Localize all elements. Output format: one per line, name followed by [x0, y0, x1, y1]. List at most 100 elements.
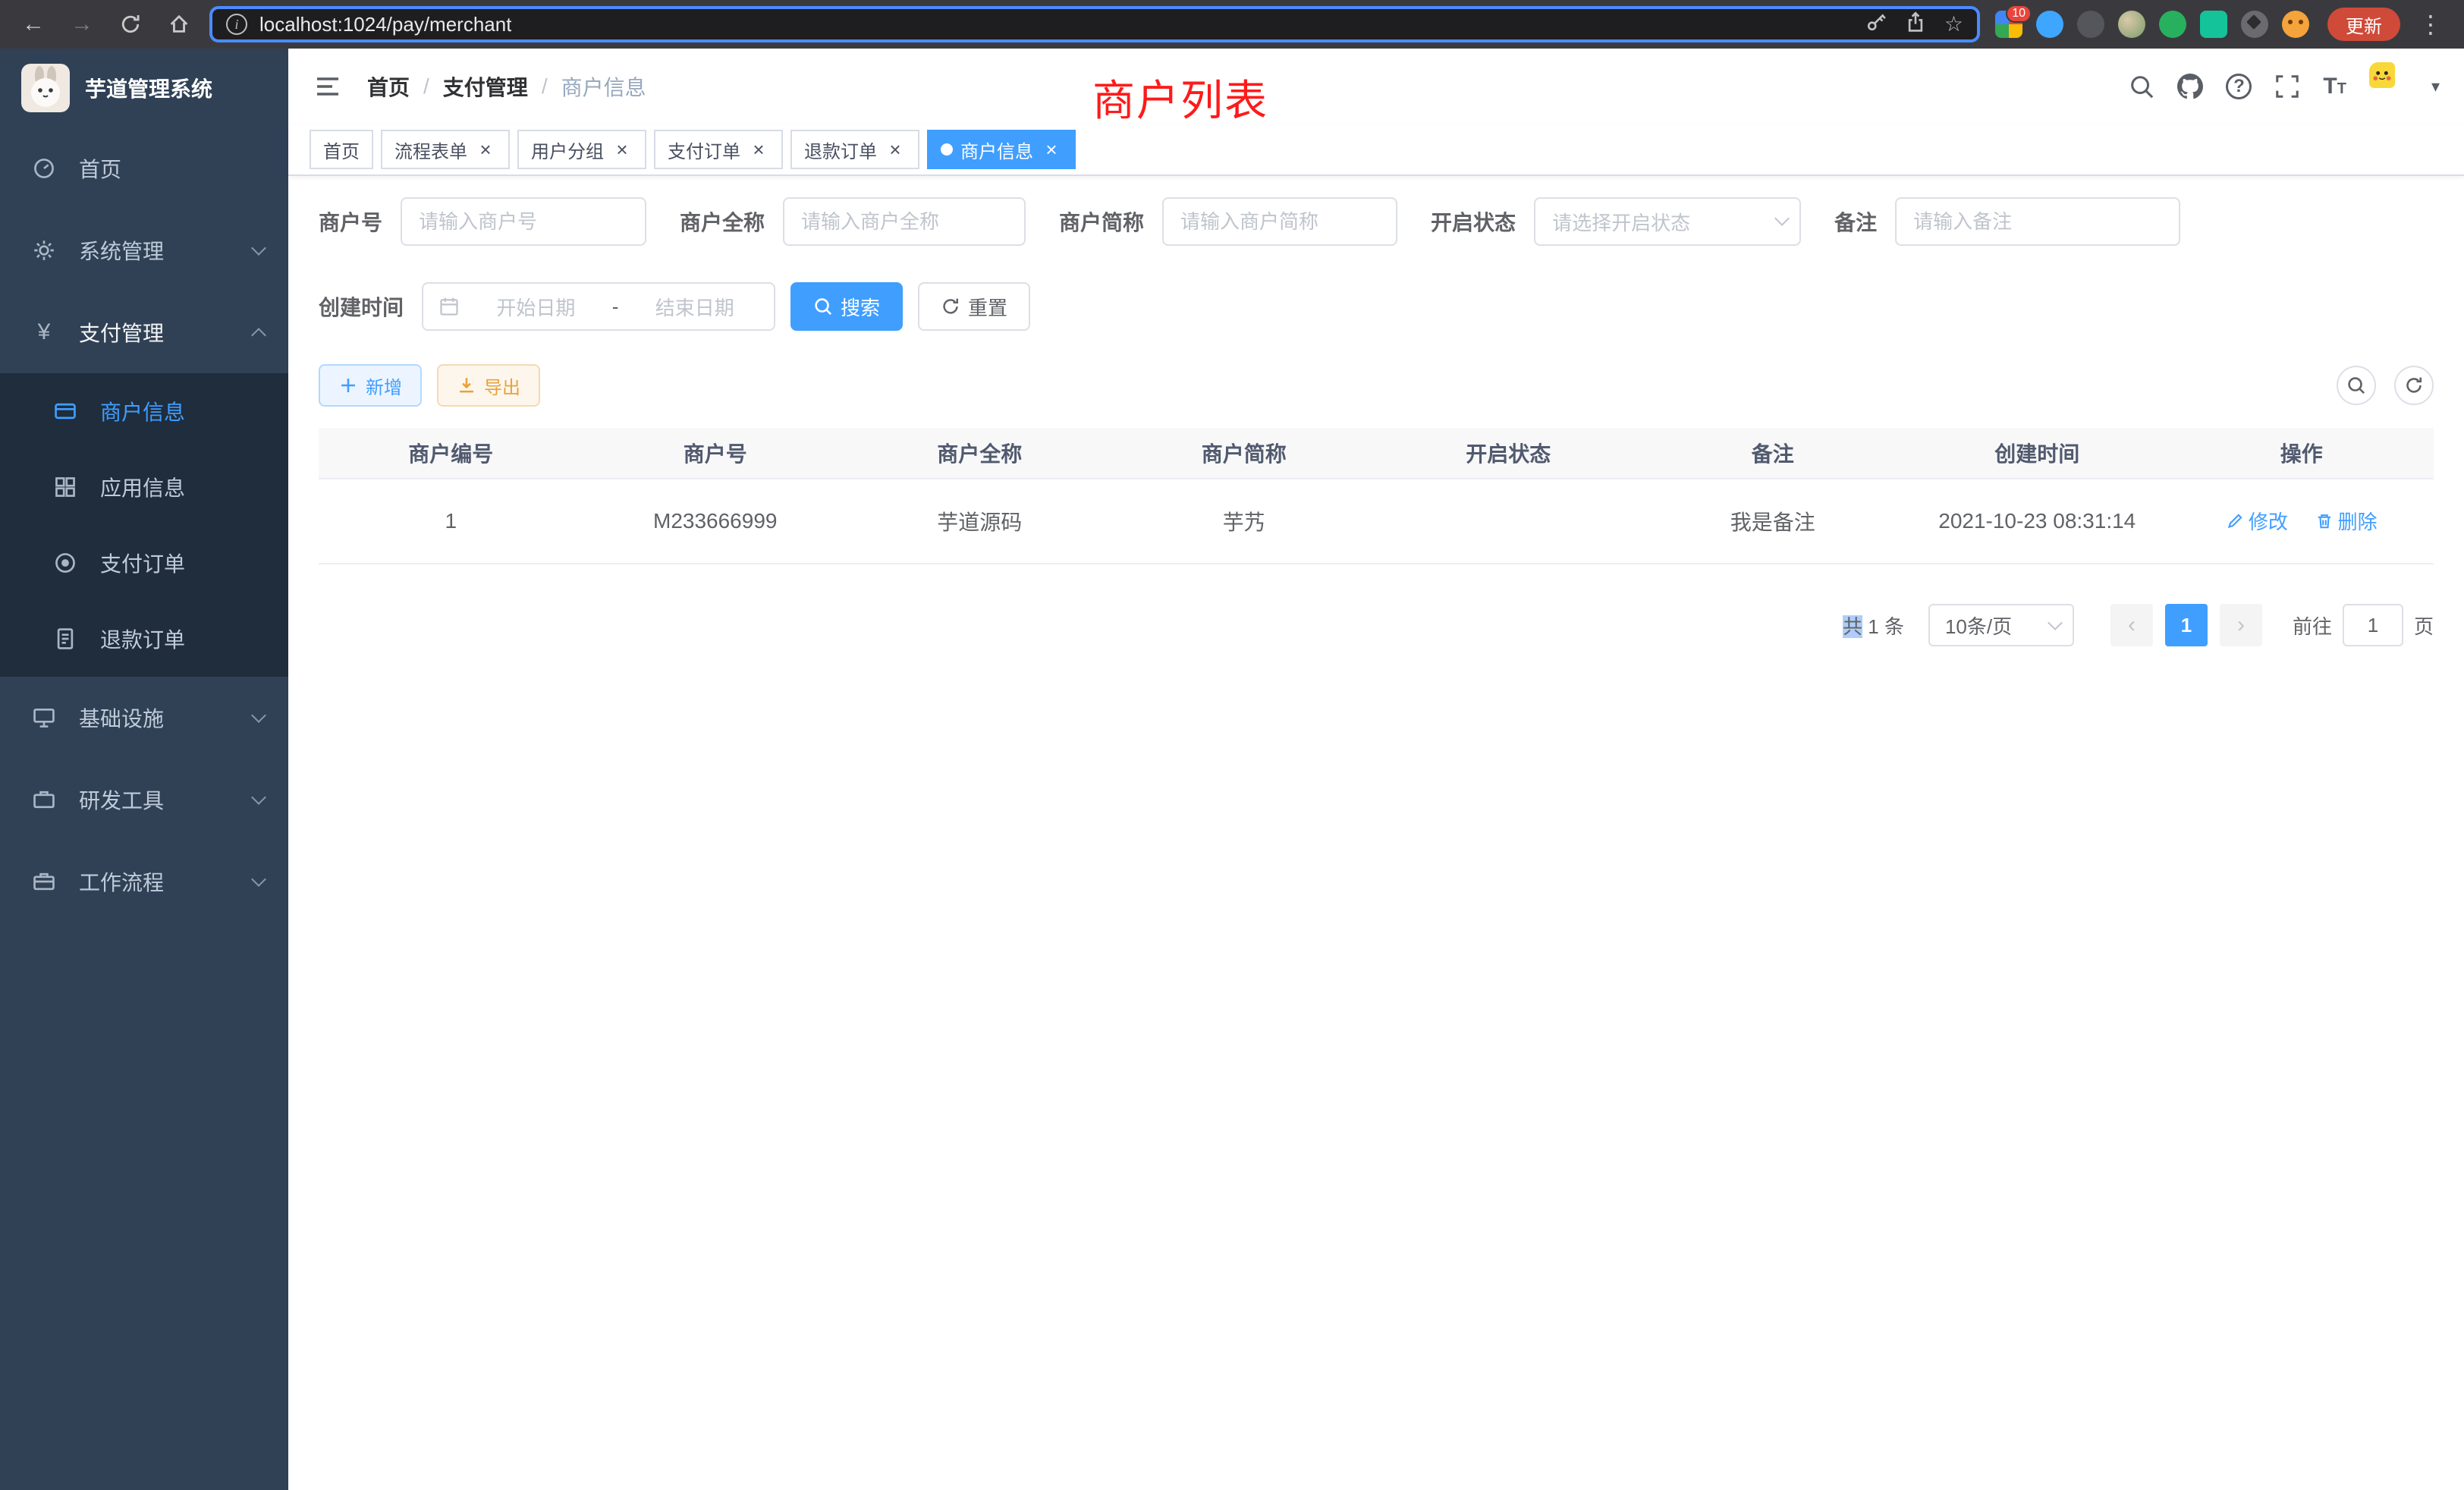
sidebar-item-label: 退款订单 — [100, 624, 185, 654]
tab-user-group[interactable]: 用户分组 × — [517, 130, 646, 169]
goto-page-input[interactable] — [2343, 604, 2403, 646]
user-avatar[interactable] — [2369, 62, 2418, 111]
breadcrumb-separator: / — [542, 74, 548, 99]
font-size-icon[interactable]: TT — [2323, 74, 2346, 99]
extension-pin-icon[interactable] — [2241, 11, 2268, 38]
chevron-down-icon — [251, 872, 266, 887]
trash-icon — [2315, 512, 2334, 530]
cell-id: 1 — [319, 509, 583, 533]
create-time-range-picker[interactable]: 开始日期 - 结束日期 — [422, 282, 775, 331]
app-logo[interactable]: 芋道管理系统 — [0, 49, 288, 127]
browser-reload-icon[interactable] — [112, 6, 149, 42]
sidebar-item-label: 研发工具 — [79, 784, 164, 815]
sidebar-item-home[interactable]: 首页 — [0, 127, 288, 209]
extensions-grid-icon[interactable]: 10 — [1995, 11, 2022, 38]
col-header: 商户号 — [583, 438, 848, 468]
sidebar-item-infra[interactable]: 基础设施 — [0, 677, 288, 759]
show-search-toggle-button[interactable] — [2337, 366, 2376, 405]
refresh-table-button[interactable] — [2394, 366, 2434, 405]
document-icon — [52, 627, 79, 651]
close-icon[interactable]: × — [885, 139, 906, 160]
status-select[interactable]: 请选择开启状态 — [1534, 197, 1801, 246]
extension-green-icon[interactable] — [2159, 11, 2186, 38]
sidebar-item-label: 应用信息 — [100, 472, 185, 502]
cell-short-name: 芋艿 — [1112, 506, 1377, 536]
browser-forward-icon[interactable]: → — [64, 6, 100, 42]
edit-link[interactable]: 修改 — [2226, 507, 2288, 535]
merchant-no-input[interactable] — [401, 197, 646, 246]
page-size-select[interactable]: 10条/页 — [1928, 604, 2074, 646]
sidebar-item-workflow[interactable]: 工作流程 — [0, 841, 288, 923]
browser-update-button[interactable]: 更新 — [2327, 8, 2400, 41]
sidebar-item-app-info[interactable]: 应用信息 — [0, 449, 288, 525]
sidebar-item-dev-tools[interactable]: 研发工具 — [0, 759, 288, 841]
extension-square-icon[interactable] — [2200, 11, 2227, 38]
tab-merchant-info[interactable]: 商户信息 × — [927, 130, 1076, 169]
sidebar-item-pay-orders[interactable]: 支付订单 — [0, 525, 288, 601]
site-info-icon[interactable]: i — [226, 14, 247, 35]
tab-pay-orders[interactable]: 支付订单 × — [654, 130, 783, 169]
remark-input[interactable] — [1895, 197, 2180, 246]
tab-process-form[interactable]: 流程表单 × — [381, 130, 510, 169]
search-button[interactable]: 搜索 — [790, 282, 903, 331]
close-icon[interactable]: × — [475, 139, 496, 160]
add-button[interactable]: 新增 — [319, 364, 422, 407]
browser-home-icon[interactable] — [161, 6, 197, 42]
sidebar-item-system[interactable]: 系统管理 — [0, 209, 288, 291]
github-icon[interactable] — [2177, 74, 2203, 99]
search-icon[interactable] — [2129, 74, 2154, 99]
extension-face-icon[interactable] — [2282, 11, 2309, 38]
extension-dark-icon[interactable] — [2077, 11, 2104, 38]
extension-avatar-icon[interactable] — [2118, 11, 2145, 38]
breadcrumb: 首页 / 支付管理 / 商户信息 — [367, 71, 646, 102]
table-row: 1 M233666999 芋道源码 芋艿 我是备注 2021-10-23 08:… — [319, 479, 2434, 564]
export-button[interactable]: 导出 — [437, 364, 540, 407]
col-header: 商户简称 — [1112, 438, 1377, 468]
browser-menu-icon[interactable]: ⋮ — [2412, 6, 2449, 42]
full-name-input[interactable] — [783, 197, 1026, 246]
cell-create-time: 2021-10-23 08:31:14 — [1905, 509, 2170, 533]
browser-back-icon[interactable]: ← — [15, 6, 52, 42]
address-bar-actions: ☆ — [1865, 11, 1963, 39]
extension-blue-icon[interactable] — [2036, 11, 2063, 38]
caret-down-icon[interactable]: ▾ — [2431, 77, 2440, 96]
cell-merchant-no: M233666999 — [583, 509, 848, 533]
close-icon[interactable]: × — [611, 139, 633, 160]
address-bar[interactable]: i localhost:1024/pay/merchant ☆ — [209, 6, 1980, 42]
page: ← → i localhost:1024/pay/merchant ☆ 10 — [0, 0, 2464, 1490]
close-icon[interactable]: × — [1041, 139, 1062, 160]
grid-icon — [52, 475, 79, 499]
reset-button[interactable]: 重置 — [918, 282, 1030, 331]
red-annotation-text: 商户列表 — [1092, 67, 1268, 128]
sidebar-item-payment[interactable]: ¥ 支付管理 — [0, 291, 288, 373]
fullscreen-icon[interactable] — [2274, 74, 2300, 99]
cell-full-name: 芋道源码 — [847, 506, 1112, 536]
sidebar-item-label: 基础设施 — [79, 703, 164, 733]
goto-suffix: 页 — [2414, 611, 2434, 640]
bookmark-star-icon[interactable]: ☆ — [1944, 14, 1963, 35]
chevron-down-icon — [2048, 615, 2063, 630]
tab-home[interactable]: 首页 — [310, 130, 373, 169]
yen-icon: ¥ — [30, 319, 58, 345]
sidebar-item-label: 支付订单 — [100, 548, 185, 578]
tab-refund-orders[interactable]: 退款订单 × — [790, 130, 919, 169]
page-number-button[interactable]: 1 — [2165, 604, 2208, 646]
share-icon[interactable] — [1905, 11, 1926, 39]
help-icon[interactable]: ? — [2226, 74, 2252, 99]
monitor-icon — [30, 706, 58, 730]
short-name-input[interactable] — [1162, 197, 1397, 246]
password-key-icon[interactable] — [1865, 11, 1887, 39]
col-header: 商户全称 — [847, 438, 1112, 468]
hamburger-icon[interactable] — [313, 71, 343, 102]
sidebar-item-merchant-info[interactable]: 商户信息 — [0, 373, 288, 449]
prev-page-button[interactable]: ‹ — [2110, 604, 2153, 646]
sidebar-item-label: 支付管理 — [79, 317, 164, 347]
breadcrumb-home[interactable]: 首页 — [367, 71, 410, 102]
delete-link[interactable]: 删除 — [2315, 507, 2378, 535]
close-icon[interactable]: × — [748, 139, 769, 160]
breadcrumb-separator: / — [423, 74, 429, 99]
sidebar-item-refund-orders[interactable]: 退款订单 — [0, 601, 288, 677]
breadcrumb-payment[interactable]: 支付管理 — [443, 71, 528, 102]
next-page-button[interactable]: › — [2220, 604, 2262, 646]
pencil-icon — [2226, 512, 2244, 530]
